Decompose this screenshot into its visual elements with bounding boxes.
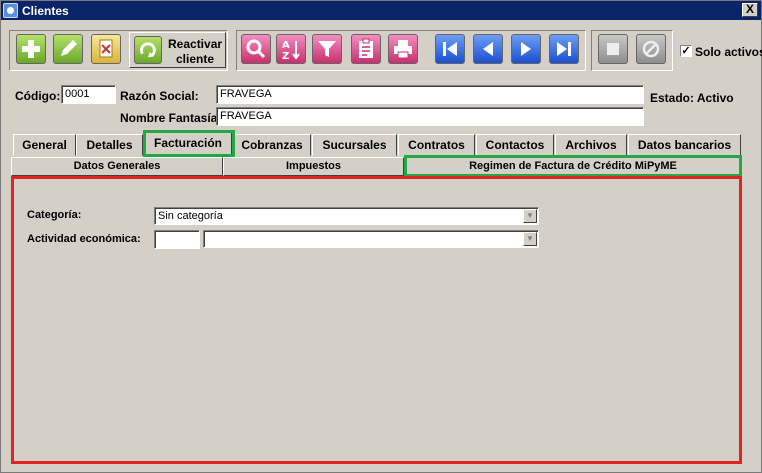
sort-button[interactable]: AZ [276,34,306,64]
last-record-button[interactable] [549,34,579,64]
estado-label: Estado: Activo [650,91,734,105]
razon-social-input[interactable]: FRAVEGA [216,85,644,104]
printer-icon [394,40,412,59]
svg-text:Z: Z [282,51,289,62]
window-title: Clientes [22,4,69,18]
reactivar-label-line1: Reactivar [168,37,223,51]
filter-button[interactable] [312,34,342,64]
sort-az-icon: AZ [282,40,300,62]
first-record-button[interactable] [435,34,465,64]
svg-text:A: A [282,40,290,51]
tab-archivos[interactable]: Archivos [555,134,627,156]
search-button[interactable] [241,34,271,64]
actividad-code-input[interactable] [154,230,200,249]
codigo-input[interactable]: 0001 [61,85,116,104]
magnifier-icon [246,39,266,59]
tab-facturacion[interactable]: Facturación [144,132,232,157]
nombre-fantasia-input[interactable]: FRAVEGA [216,107,644,126]
close-button[interactable]: X [742,3,758,17]
subtab-impuestos[interactable]: Impuestos [223,157,404,176]
title-bar: Clientes X [1,1,761,20]
prohibited-icon [642,40,660,58]
solo-activos-checkbox[interactable]: ✓ [680,45,692,57]
funnel-icon [318,41,336,57]
tab-cobranzas[interactable]: Cobranzas [233,134,311,156]
cancel-action-button[interactable] [636,34,666,64]
next-record-button[interactable] [511,34,541,64]
reactivar-label-line2: cliente [176,52,215,66]
previous-icon [483,42,493,56]
tab-detalles[interactable]: Detalles [76,134,143,156]
first-icon [443,42,457,56]
box-icon [607,43,619,55]
plus-icon [22,40,40,58]
subtab-datos-generales[interactable]: Datos Generales [11,157,223,176]
actividad-select[interactable]: ▼ [203,230,539,248]
regimen-panel: Categoría: Sin categoría ▼ Actividad eco… [11,176,742,464]
tab-contactos[interactable]: Contactos [476,134,554,156]
pencil-icon [61,40,77,56]
disabled-action-button[interactable] [598,34,628,64]
categoria-select[interactable]: Sin categoría ▼ [154,207,539,225]
delete-button[interactable] [91,34,121,64]
tab-general[interactable]: General [13,134,76,156]
previous-record-button[interactable] [473,34,503,64]
chevron-down-icon[interactable]: ▼ [523,232,537,246]
solo-activos-label: Solo activos [695,45,762,59]
report-button[interactable] [351,34,381,64]
nombre-fantasia-label: Nombre Fantasía: [120,111,222,125]
tab-contratos[interactable]: Contratos [398,134,475,156]
clipboard-icon [359,38,373,58]
reactivar-cliente-button[interactable]: Reactivar cliente [129,32,226,68]
next-icon [521,42,531,56]
clientes-window: Clientes X Reactivar cliente AZ ✓ Solo a… [0,0,762,473]
print-button[interactable] [388,34,418,64]
tab-datos-bancarios[interactable]: Datos bancarios [628,134,741,156]
tab-sucursales[interactable]: Sucursales [312,134,397,156]
subtab-regimen-mipyme[interactable]: Regimen de Factura de Crédito MiPyME [404,157,742,176]
actividad-economica-label: Actividad económica: [27,233,141,245]
codigo-label: Código: [15,89,61,103]
categoria-value: Sin categoría [158,210,223,222]
add-button[interactable] [16,34,46,64]
edit-button[interactable] [53,34,83,64]
razon-social-label: Razón Social: [120,89,199,103]
reactivate-arrow-icon [134,36,162,64]
chevron-down-icon[interactable]: ▼ [523,209,537,223]
document-delete-icon [99,39,113,58]
app-icon [3,3,18,18]
last-icon [557,42,571,56]
categoria-label: Categoría: [27,209,82,221]
